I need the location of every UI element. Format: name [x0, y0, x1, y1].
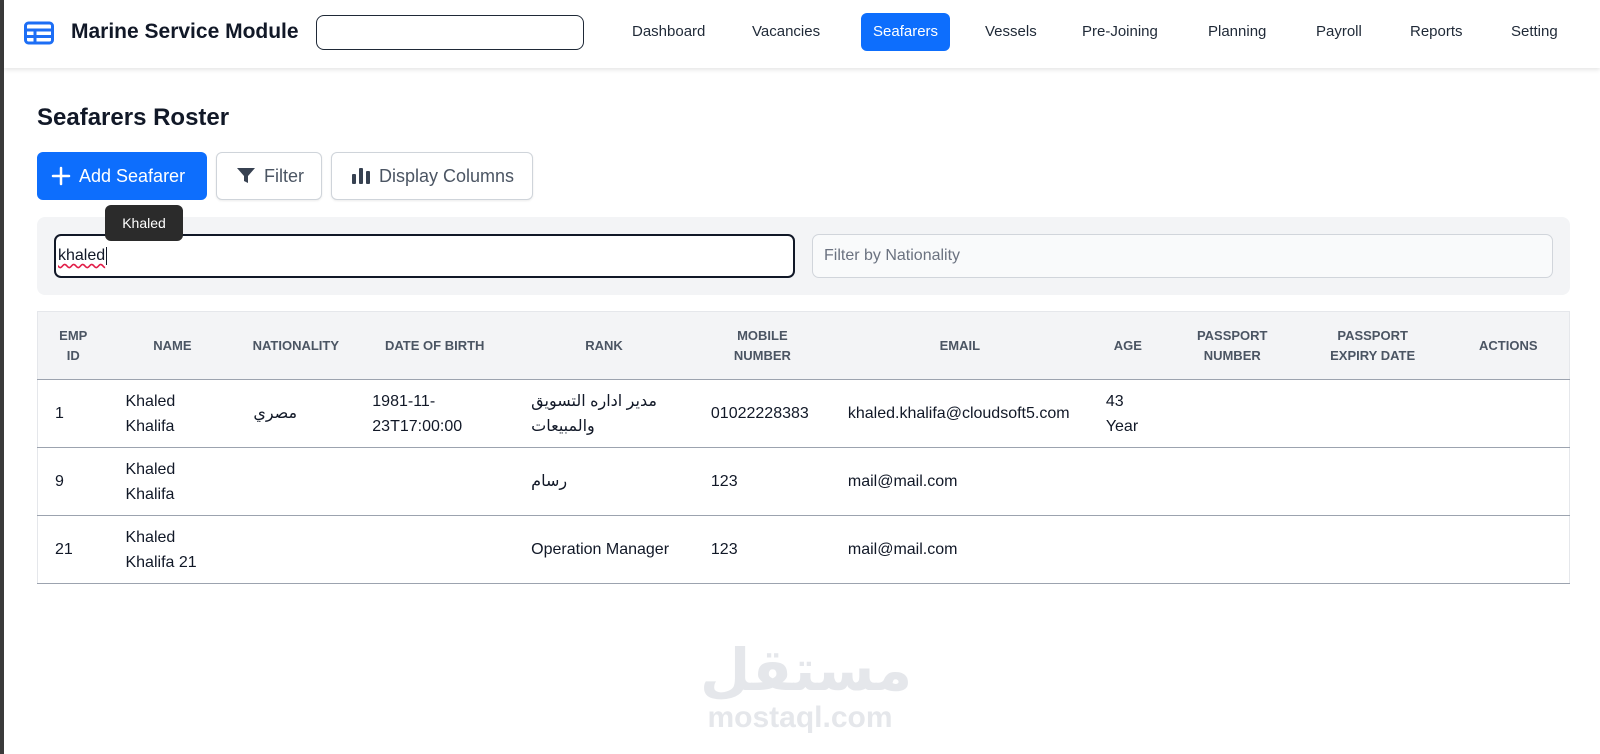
cell-passport-number — [1166, 447, 1298, 516]
cell-actions — [1447, 379, 1570, 448]
cell-nationality: مصري — [236, 379, 356, 448]
column-header-rank[interactable]: Rank — [514, 311, 694, 380]
add-seafarer-label: Add Seafarer — [79, 165, 186, 186]
nav-vacancies[interactable]: Vacancies — [740, 13, 832, 51]
cell-date-of-birth — [355, 515, 515, 584]
top-navbar: Marine Service Module Dashboard Vacancie… — [4, 0, 1600, 68]
table-header-row: Emp ID Name Nationality Date of Birth Ra… — [37, 311, 1570, 380]
column-header-emp-id[interactable]: Emp ID — [37, 311, 109, 380]
cell-email: mail@mail.com — [830, 515, 1089, 584]
column-header-age[interactable]: Age — [1088, 311, 1167, 380]
global-search-input[interactable] — [316, 15, 584, 50]
cell-name: Khaled Khalifa 21 — [108, 515, 237, 584]
page-title: Seafarers Roster — [37, 104, 230, 131]
cell-passport-expiry-date — [1297, 379, 1448, 448]
nav-vessels[interactable]: Vessels — [973, 13, 1049, 51]
cell-actions — [1447, 515, 1570, 584]
cell-nationality — [236, 447, 356, 516]
column-header-name[interactable]: Name — [108, 311, 237, 380]
column-header-actions: Actions — [1447, 311, 1570, 380]
column-header-passport-number[interactable]: Passport Number — [1166, 311, 1298, 380]
table-row[interactable]: 1 Khaled Khalifa مصري 1981-11-23T17:00:0… — [37, 379, 1570, 448]
column-header-nationality[interactable]: Nationality — [236, 311, 356, 380]
cell-passport-expiry-date — [1297, 447, 1448, 516]
autocomplete-tooltip[interactable]: Khaled — [105, 205, 183, 241]
nav-payroll[interactable]: Payroll — [1304, 13, 1374, 51]
plus-icon — [51, 166, 71, 186]
name-filter-value: khaled — [58, 247, 106, 264]
column-header-email[interactable]: Email — [830, 311, 1089, 380]
column-header-passport-expiry-date[interactable]: Passport Expiry Date — [1297, 311, 1448, 380]
nav-reports[interactable]: Reports — [1398, 13, 1475, 51]
watermark-arabic: مستقل — [700, 638, 913, 703]
column-header-mobile-number[interactable]: Mobile Number — [693, 311, 831, 380]
cell-nationality — [236, 515, 356, 584]
filter-label: Filter — [264, 165, 304, 186]
cell-email: khaled.khalifa@cloudsoft5.com — [830, 379, 1089, 448]
watermark-latin: mostaql.com — [707, 701, 893, 734]
cell-name: Khaled Khalifa — [108, 447, 237, 516]
cell-rank: مدير اداره التسويق والمبيعات — [514, 379, 694, 448]
cell-rank: رسام — [514, 447, 694, 516]
filter-icon — [237, 168, 255, 183]
table-row[interactable]: 9 Khaled Khalifa رسام 123 mail@mail.com — [37, 447, 1570, 516]
nav-planning[interactable]: Planning — [1196, 13, 1278, 51]
seafarers-table: Emp ID Name Nationality Date of Birth Ra… — [37, 311, 1570, 584]
nav-seafarers[interactable]: Seafarers — [861, 13, 951, 51]
nav-setting[interactable]: Setting — [1499, 13, 1570, 51]
cell-date-of-birth — [355, 447, 515, 516]
cell-emp-id: 21 — [37, 515, 109, 584]
add-seafarer-button[interactable]: Add Seafarer — [37, 152, 207, 200]
column-header-date-of-birth[interactable]: Date of Birth — [355, 311, 515, 380]
window-edge — [0, 0, 4, 754]
cell-age — [1088, 515, 1167, 584]
cell-emp-id: 1 — [37, 379, 109, 448]
cell-date-of-birth: 1981-11-23T17:00:00 — [355, 379, 515, 448]
cell-rank: Operation Manager — [514, 515, 694, 584]
nav-pre-joining[interactable]: Pre-Joining — [1070, 13, 1170, 51]
nav-dashboard[interactable]: Dashboard — [620, 13, 717, 51]
text-caret — [106, 247, 108, 265]
app-title: Marine Service Module — [71, 20, 299, 43]
display-columns-button[interactable]: Display Columns — [331, 152, 533, 200]
cell-passport-number — [1166, 379, 1298, 448]
cell-email: mail@mail.com — [830, 447, 1089, 516]
cell-age — [1088, 447, 1167, 516]
cell-emp-id: 9 — [37, 447, 109, 516]
mostaql-watermark: مستقل mostaql.com — [700, 638, 913, 734]
display-columns-label: Display Columns — [379, 165, 515, 186]
cell-mobile-number: 123 — [693, 447, 831, 516]
nationality-filter-input[interactable]: Filter by Nationality — [812, 234, 1553, 278]
cell-passport-expiry-date — [1297, 515, 1448, 584]
filter-button[interactable]: Filter — [216, 152, 322, 200]
cell-name: Khaled Khalifa — [108, 379, 237, 448]
table-icon — [24, 21, 54, 45]
cell-age: 43 Year — [1088, 379, 1167, 448]
cell-mobile-number: 123 — [693, 515, 831, 584]
cell-passport-number — [1166, 515, 1298, 584]
table-row[interactable]: 21 Khaled Khalifa 21 Operation Manager 1… — [37, 515, 1570, 584]
cell-mobile-number: 01022228383 — [693, 379, 831, 448]
bar-chart-icon — [352, 168, 370, 184]
cell-actions — [1447, 447, 1570, 516]
